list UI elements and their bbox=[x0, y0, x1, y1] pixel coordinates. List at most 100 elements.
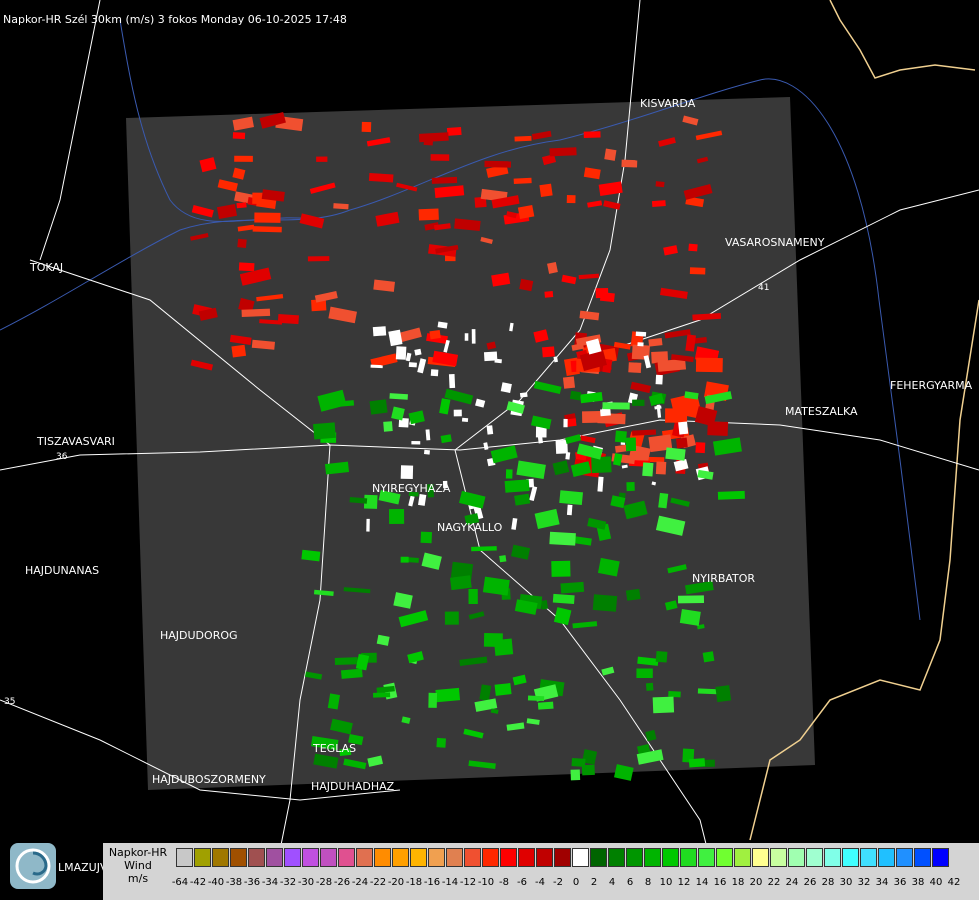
road-number-label: 35 bbox=[4, 697, 16, 707]
legend-tick-label: -32 bbox=[279, 877, 297, 888]
wind-echo bbox=[555, 439, 568, 454]
legend-swatch bbox=[752, 848, 769, 867]
wind-echo bbox=[238, 262, 255, 272]
legend-tick-label: -34 bbox=[261, 877, 279, 888]
wind-echo bbox=[241, 308, 271, 317]
wind-echo bbox=[254, 212, 281, 223]
wind-echo bbox=[642, 462, 654, 477]
wind-echo bbox=[494, 683, 512, 696]
wind-echo bbox=[655, 181, 665, 188]
wind-echo bbox=[461, 417, 469, 423]
road-number-label: 36 bbox=[56, 452, 68, 462]
legend-tick-label: 12 bbox=[677, 877, 691, 888]
logo-icon bbox=[10, 843, 56, 889]
wind-echo bbox=[361, 121, 372, 133]
wind-echo bbox=[551, 560, 571, 577]
wind-echo bbox=[614, 430, 627, 443]
legend-tick-label: 24 bbox=[785, 877, 799, 888]
legend-swatch bbox=[806, 848, 823, 867]
wind-echo bbox=[549, 147, 577, 157]
legend-tick-label: 34 bbox=[875, 877, 889, 888]
wind-echo bbox=[544, 291, 554, 298]
legend-tick-label: -10 bbox=[477, 877, 495, 888]
wind-echo bbox=[602, 402, 630, 410]
legend-tick-label: -4 bbox=[535, 877, 545, 888]
wind-echo bbox=[313, 422, 336, 440]
legend-swatch bbox=[410, 848, 427, 867]
legend-tick-label: -24 bbox=[351, 877, 369, 888]
radar-map bbox=[0, 0, 979, 900]
wind-echo bbox=[334, 657, 358, 666]
wind-echo bbox=[486, 425, 494, 435]
wind-echo bbox=[679, 609, 701, 626]
wind-echo bbox=[631, 429, 657, 436]
wind-echo bbox=[563, 418, 568, 428]
wind-echo bbox=[418, 132, 449, 143]
legend-tick-label: 20 bbox=[749, 877, 763, 888]
legend-tick-label: 4 bbox=[608, 877, 616, 888]
wind-echo bbox=[637, 342, 644, 347]
wind-echo bbox=[541, 346, 555, 358]
wind-echo bbox=[655, 374, 663, 385]
legend-swatch bbox=[590, 848, 607, 867]
wind-echo bbox=[430, 154, 450, 161]
wind-echo bbox=[400, 556, 409, 563]
legend-tick-label: 16 bbox=[713, 877, 727, 888]
wind-echo bbox=[448, 374, 456, 389]
legend-swatch bbox=[644, 848, 661, 867]
legend-swatch bbox=[230, 848, 247, 867]
legend-swatch bbox=[284, 848, 301, 867]
wind-echo bbox=[636, 668, 653, 679]
legend-tick-label: 2 bbox=[590, 877, 598, 888]
wind-echo bbox=[695, 442, 706, 454]
legend-swatch bbox=[554, 848, 571, 867]
legend-swatch bbox=[266, 848, 283, 867]
wind-echo bbox=[582, 411, 601, 423]
wind-echo bbox=[549, 531, 576, 546]
legend-tick-label: 40 bbox=[929, 877, 943, 888]
wind-echo bbox=[513, 177, 532, 185]
wind-echo bbox=[429, 329, 441, 340]
wind-echo bbox=[519, 392, 528, 398]
wind-echo bbox=[562, 376, 576, 389]
wind-echo bbox=[372, 326, 387, 337]
wind-echo bbox=[625, 588, 641, 601]
legend-swatch bbox=[500, 848, 517, 867]
wind-echo bbox=[408, 557, 419, 563]
wind-echo bbox=[717, 490, 745, 500]
wind-echo bbox=[411, 440, 421, 445]
wind-echo bbox=[418, 208, 439, 221]
wind-echo bbox=[232, 132, 246, 140]
legend-swatch bbox=[446, 848, 463, 867]
legend-swatch bbox=[536, 848, 553, 867]
wind-echo bbox=[505, 469, 513, 479]
wind-echo bbox=[668, 691, 681, 698]
wind-echo bbox=[559, 490, 584, 506]
legend-swatch bbox=[878, 848, 895, 867]
legend-tick-label: 32 bbox=[857, 877, 871, 888]
wind-echo bbox=[571, 757, 586, 767]
wind-echo bbox=[366, 518, 370, 532]
legend-tick-label: -2 bbox=[553, 877, 563, 888]
town-label: HAJDUBOSZORMENY bbox=[152, 773, 266, 786]
legend-swatch bbox=[320, 848, 337, 867]
legend-swatch bbox=[770, 848, 787, 867]
town-label: FEHERGYARMA bbox=[890, 379, 973, 392]
legend-tick-label: -26 bbox=[333, 877, 351, 888]
wind-echo bbox=[539, 183, 553, 197]
legend-swatch bbox=[482, 848, 499, 867]
wind-echo bbox=[645, 682, 654, 691]
wind-echo bbox=[626, 481, 635, 492]
wind-echo bbox=[655, 461, 667, 475]
legend-swatch bbox=[698, 848, 715, 867]
wind-echo bbox=[368, 172, 394, 183]
wind-echo bbox=[678, 421, 689, 435]
legend-tick-label: -22 bbox=[369, 877, 387, 888]
wind-echo bbox=[688, 243, 698, 252]
legend-tick-label: -8 bbox=[499, 877, 509, 888]
town-label: TISZAVASVARI bbox=[37, 435, 115, 448]
wind-echo bbox=[715, 685, 732, 703]
legend-swatch bbox=[518, 848, 535, 867]
legend-tick-label: -40 bbox=[207, 877, 225, 888]
wind-echo bbox=[675, 437, 688, 449]
